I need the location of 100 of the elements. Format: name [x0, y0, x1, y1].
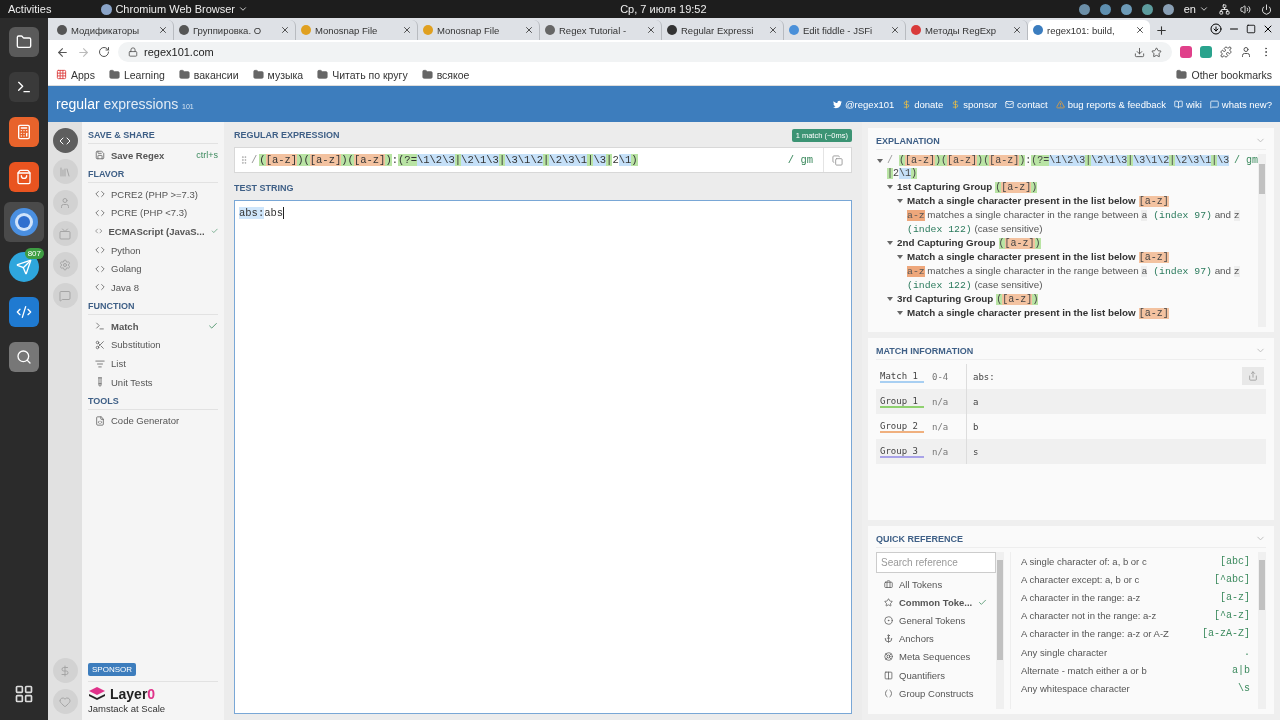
bookmark-star-icon[interactable]	[1151, 46, 1162, 58]
sponsor-logo[interactable]: Layer0	[110, 686, 156, 702]
scrollbar[interactable]	[1258, 154, 1266, 327]
node-description: a-z matches a single character in the range between a (index 97) and z (index 122) (case sensitive)	[906, 264, 1241, 292]
header-link[interactable]: wiki	[1174, 98, 1202, 110]
section-heading: FUNCTION	[88, 296, 218, 315]
close-icon[interactable]	[1012, 25, 1022, 35]
match-label: Group 3	[880, 445, 918, 456]
magnifier-icon	[16, 349, 32, 365]
sidebar-item[interactable]: Substitution	[88, 335, 218, 355]
close-icon[interactable]	[402, 25, 412, 35]
volume-icon[interactable]	[1240, 3, 1251, 15]
language-menu[interactable]: en	[1183, 3, 1209, 15]
sidebar-item[interactable]: Python	[88, 240, 218, 260]
folder-icon	[317, 69, 329, 80]
tab-search-icon[interactable]	[1210, 23, 1222, 35]
bookmark[interactable]: музыка	[252, 68, 304, 81]
entry-token[interactable]: a|b	[1232, 664, 1250, 676]
close-icon[interactable]	[524, 25, 534, 35]
sidebar-item[interactable]: Code Generator	[88, 411, 218, 431]
power-icon[interactable]	[1261, 3, 1272, 15]
close-icon[interactable]	[158, 25, 168, 35]
bookmark[interactable]: Читать по кругу	[317, 68, 408, 81]
entry-description: A single character of: a, b or c	[1021, 555, 1147, 567]
extension-icon[interactable]	[1200, 46, 1212, 58]
close-icon[interactable]	[1262, 23, 1274, 35]
sidebar-item[interactable]: PCRE (PHP <7.3)	[88, 203, 218, 223]
header-link[interactable]: whats new?	[1209, 98, 1272, 110]
header-link[interactable]: @regex101	[832, 98, 895, 110]
sidebar-item[interactable]: Java 8	[88, 278, 218, 297]
maximize-icon[interactable]	[1246, 24, 1256, 34]
category-item[interactable]: Meta Sequences	[876, 647, 996, 666]
clock[interactable]: Ср, 7 июля 19:52	[620, 3, 707, 15]
close-icon[interactable]	[768, 25, 778, 35]
sidebar-item[interactable]: ECMAScript (JavaS...	[88, 222, 218, 241]
address-field[interactable]: regex101.com	[118, 42, 1172, 62]
entry-token[interactable]: [a-zA-Z]	[1202, 628, 1250, 640]
copy-icon	[832, 154, 843, 166]
scrollbar[interactable]	[1258, 552, 1266, 709]
entry-token[interactable]: [^abc]	[1214, 573, 1250, 585]
bookmark[interactable]: Learning	[108, 68, 165, 81]
entry-token[interactable]: [abc]	[1220, 555, 1250, 567]
sidebar-item[interactable]: List	[88, 354, 218, 373]
extensions-icon[interactable]	[1220, 46, 1232, 58]
reload-icon[interactable]	[98, 46, 110, 58]
header-link[interactable]: bug reports & feedback	[1055, 98, 1166, 110]
sidebar-item[interactable]: Unit Tests	[88, 372, 218, 392]
close-icon[interactable]	[1135, 25, 1145, 35]
regex-code: [a-z]	[1138, 308, 1169, 319]
close-icon[interactable]	[646, 25, 656, 35]
back-icon[interactable]	[56, 45, 69, 59]
terminal-icon	[95, 321, 105, 332]
search-field[interactable]: Search reference	[876, 552, 996, 573]
close-icon[interactable]	[280, 25, 290, 35]
test-string-field[interactable]: abs:abs	[234, 200, 852, 714]
grid-icon	[56, 69, 67, 80]
bookmark[interactable]: Other bookmarks	[1176, 68, 1272, 81]
category-item[interactable]: Anchors	[876, 629, 996, 648]
tray-icon[interactable]	[1120, 3, 1132, 15]
tray-icon[interactable]	[1141, 3, 1153, 15]
category-item[interactable]: Common Toke...	[876, 593, 996, 612]
dock-button[interactable]	[4, 202, 44, 242]
drag-handle-icon[interactable]	[239, 155, 249, 165]
browser-tab[interactable]: regex101: build,	[1028, 20, 1150, 40]
header-link[interactable]: sponsor	[951, 98, 998, 110]
match-label: Group 1	[880, 395, 918, 406]
folder-icon	[108, 69, 120, 80]
tray-icon[interactable]	[1162, 3, 1174, 15]
entry-token[interactable]: \s	[1238, 682, 1250, 694]
network-icon[interactable]	[1219, 3, 1230, 15]
install-icon[interactable]	[1134, 46, 1145, 58]
sidebar-item[interactable]: Golang	[88, 259, 218, 279]
sidebar-item[interactable]: Match	[88, 316, 218, 336]
activities-button[interactable]: Activities	[8, 3, 52, 15]
scrollbar[interactable]	[996, 552, 1004, 709]
tray-icon[interactable]	[1099, 3, 1111, 15]
regex-code: [a-z]	[1138, 252, 1169, 263]
tray-icon[interactable]	[1078, 3, 1090, 15]
header-link[interactable]: donate	[902, 98, 944, 110]
chat-icon	[59, 289, 71, 302]
regex-field[interactable]: / ([a-z])([a-z])([a-z]):(?=\1\2\3|\2\1\3|\3\1\2|\2\3\1|\3|2\1) / gm	[235, 154, 823, 166]
category-item[interactable]: General Tokens	[876, 611, 996, 630]
sidebar-item[interactable]: Save Regex ctrl+s	[88, 146, 218, 165]
bookmark[interactable]: всякое	[421, 68, 470, 81]
entry-token[interactable]: .	[1244, 646, 1250, 658]
bookmark[interactable]: Apps	[56, 68, 95, 81]
header-link[interactable]: contact	[1005, 98, 1048, 110]
extension-icon[interactable]	[1180, 46, 1192, 58]
sidebar-item[interactable]: PCRE2 (PHP >=7.3)	[88, 184, 218, 204]
rail-button[interactable]	[52, 128, 78, 153]
category-item[interactable]: Quantifiers	[876, 665, 996, 685]
category-item[interactable]: Group Constructs	[876, 684, 996, 703]
app-menu[interactable]: Chromium Web Browser	[101, 3, 248, 15]
entry-token[interactable]: [^a-z]	[1214, 610, 1250, 622]
entry-token[interactable]: [a-z]	[1220, 591, 1250, 603]
close-icon[interactable]	[890, 25, 900, 35]
bookmark[interactable]: вакансии	[178, 68, 239, 81]
test-tube-icon	[95, 377, 105, 388]
profile-icon[interactable]	[1240, 46, 1252, 58]
category-item[interactable]: All Tokens	[876, 575, 996, 594]
